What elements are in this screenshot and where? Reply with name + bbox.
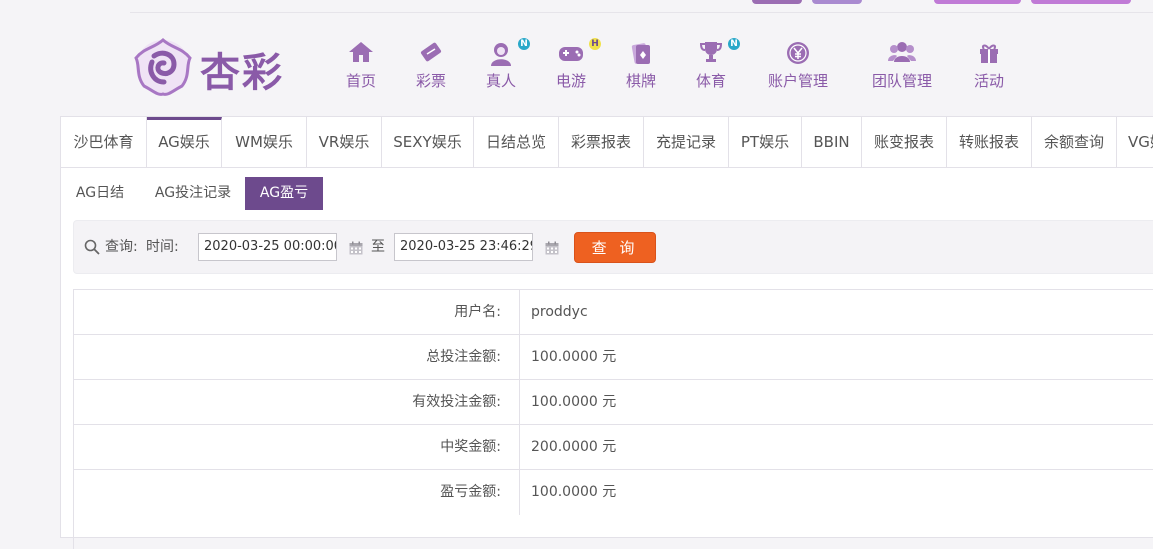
- nav-label: 真人: [485, 72, 516, 90]
- tab-ag[interactable]: AG娱乐: [147, 117, 222, 167]
- tab-wm[interactable]: WM娱乐: [222, 117, 307, 167]
- result-table: 用户名: proddyc 总投注金额: 100.0000 元 有效投注金额: 1…: [73, 289, 1153, 549]
- query-label: 查询:: [105, 239, 138, 255]
- table-row: 用户名: proddyc: [74, 289, 1153, 335]
- ticket-icon: [418, 40, 444, 66]
- subtab-ag-bets[interactable]: AG投注记录: [147, 177, 239, 210]
- row-label: 中奖金额:: [440, 439, 501, 455]
- nav-account[interactable]: 账户管理: [763, 40, 833, 91]
- start-date-input[interactable]: 2020-03-25 00:00:00: [198, 233, 337, 261]
- row-label-wrap: 盈亏金额:: [74, 470, 520, 515]
- nav-label: 团队管理: [871, 72, 932, 90]
- subtab-ag-profit[interactable]: AG盈亏: [245, 177, 323, 210]
- row-label-wrap: 用户名:: [74, 290, 520, 335]
- row-value: 100.0000 元: [531, 484, 617, 500]
- tab-pt[interactable]: PT娱乐: [729, 117, 802, 167]
- nav-sports[interactable]: N 体育: [690, 38, 740, 91]
- nav-chess-cards[interactable]: 棋牌: [620, 40, 662, 91]
- tab-balance-query[interactable]: 余额查询: [1032, 117, 1117, 167]
- tab-balance-change[interactable]: 账变报表: [862, 117, 947, 167]
- tab-deposit-withdraw[interactable]: 充提记录: [644, 117, 729, 167]
- logo-emblem-icon: [134, 37, 192, 96]
- yen-coin-icon: [785, 40, 811, 66]
- top-button-2[interactable]: [812, 0, 862, 4]
- nav-label: 首页: [345, 72, 376, 90]
- query-button[interactable]: 查 询: [574, 232, 656, 263]
- tab-transfer-report[interactable]: 转账报表: [947, 117, 1032, 167]
- calendar-icon[interactable]: [545, 240, 559, 255]
- row-label-wrap: 总投注金额:: [74, 335, 520, 380]
- home-icon: [348, 40, 374, 66]
- gamepad-icon: H: [557, 38, 601, 66]
- nav-label: 账户管理: [767, 72, 828, 90]
- nav-home[interactable]: 首页: [340, 40, 382, 91]
- nav-lottery[interactable]: 彩票: [410, 40, 452, 91]
- tab-sexy[interactable]: SEXY娱乐: [382, 117, 474, 167]
- top-divider: [130, 12, 1153, 13]
- row-value: proddyc: [531, 304, 588, 320]
- new-badge: N: [518, 38, 530, 50]
- to-label: 至: [371, 239, 385, 255]
- row-label: 总投注金额:: [426, 349, 501, 365]
- nav-egames[interactable]: H 电游: [550, 38, 601, 91]
- table-row: 中奖金额: 200.0000 元: [74, 424, 1153, 470]
- row-value: 100.0000 元: [531, 349, 617, 365]
- row-label: 盈亏金额:: [440, 484, 501, 500]
- gift-icon: [976, 40, 1002, 66]
- tab-daily-summary[interactable]: 日结总览: [474, 117, 559, 167]
- row-label: 用户名:: [454, 304, 501, 320]
- table-row: 有效投注金额: 100.0000 元: [74, 379, 1153, 425]
- nav-label: 电游: [555, 72, 586, 90]
- tab-bbin[interactable]: BBIN: [802, 117, 862, 167]
- tab-lottery-report[interactable]: 彩票报表: [559, 117, 644, 167]
- calendar-icon[interactable]: [349, 240, 363, 255]
- row-label-wrap: 有效投注金额:: [74, 380, 520, 425]
- nav-label: 活动: [973, 72, 1004, 90]
- search-icon: [84, 239, 100, 259]
- table-row: 总投注金额: 100.0000 元: [74, 334, 1153, 380]
- row-label-wrap: 中奖金额:: [74, 425, 520, 470]
- new-badge: N: [728, 38, 740, 50]
- nav-label: 体育: [695, 72, 726, 90]
- nav-label: 彩票: [415, 72, 446, 90]
- nav-team[interactable]: 团队管理: [867, 40, 937, 91]
- nav-label: 棋牌: [625, 72, 656, 90]
- team-icon: [888, 40, 916, 66]
- time-label: 时间:: [146, 239, 179, 255]
- trophy-icon: N: [698, 38, 740, 66]
- top-button-4[interactable]: [1031, 0, 1131, 4]
- report-tabs: 沙巴体育 AG娱乐 WM娱乐 VR娱乐 SEXY娱乐 日结总览 彩票报表 充提记…: [61, 117, 1153, 168]
- query-filter-bar: 查询: 时间: 2020-03-25 00:00:00 至 2020-03-25…: [73, 220, 1153, 274]
- row-value: 200.0000 元: [531, 439, 617, 455]
- cards-icon: [628, 40, 654, 66]
- tab-saba-sports[interactable]: 沙巴体育: [61, 117, 147, 167]
- brand-name: 杏彩: [200, 49, 284, 96]
- end-date-input[interactable]: 2020-03-25 23:46:29: [394, 233, 533, 261]
- row-value: 100.0000 元: [531, 394, 617, 410]
- dealer-icon: N: [488, 38, 530, 66]
- report-panel: 沙巴体育 AG娱乐 WM娱乐 VR娱乐 SEXY娱乐 日结总览 彩票报表 充提记…: [60, 116, 1153, 549]
- subtab-ag-daily[interactable]: AG日结: [69, 177, 131, 210]
- tab-vr[interactable]: VR娱乐: [307, 117, 382, 167]
- hot-badge: H: [589, 38, 601, 50]
- top-button-3[interactable]: [934, 0, 1021, 4]
- table-row: 盈亏金额: 100.0000 元: [74, 469, 1153, 515]
- tab-vg[interactable]: VG娱: [1117, 117, 1153, 167]
- nav-promotions[interactable]: 活动: [968, 40, 1010, 91]
- top-button-1[interactable]: [752, 0, 802, 4]
- row-label: 有效投注金额:: [412, 394, 501, 410]
- nav-live[interactable]: N 真人: [480, 38, 530, 91]
